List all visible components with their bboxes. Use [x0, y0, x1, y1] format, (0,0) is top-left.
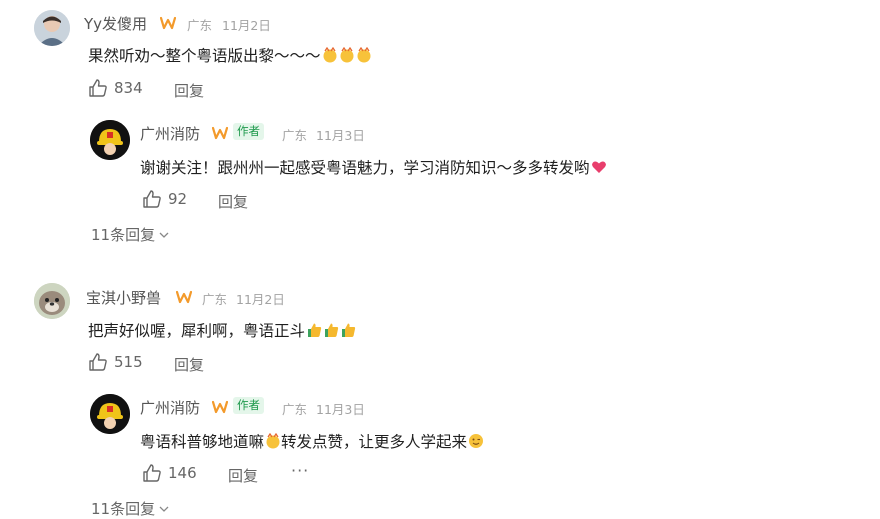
thumbs-up-emoji-icon — [325, 323, 339, 337]
username[interactable]: 广州消防 — [140, 397, 200, 418]
avatar[interactable] — [34, 10, 70, 46]
like-count: 92 — [168, 190, 188, 208]
like-count: 146 — [168, 464, 197, 482]
like-count: 515 — [114, 353, 143, 371]
comment-location: 广东 — [282, 128, 308, 143]
author-tag: 作者 — [233, 397, 264, 414]
comment-location: 广东 — [202, 292, 228, 307]
comment-location: 广东 — [282, 402, 308, 417]
reply-text: 谢谢关注！跟州州一起感受粤语魅力，学习消防知识～多多转发哟 — [140, 156, 607, 178]
comment-text-content: 果然听劝～整个粤语版出黎～～～ — [88, 47, 321, 65]
comment-text: 把声好似喔，犀利啊，粤语正斗 — [88, 319, 356, 341]
like-count: 834 — [114, 79, 143, 97]
reply-text-content: 谢谢关注！跟州州一起感受粤语魅力，学习消防知识～多多转发哟 — [140, 159, 590, 177]
reply-text: 粤语科普够地道嘛 转发点赞，让更多人学起来 — [140, 430, 484, 452]
like-button[interactable]: 146 — [142, 463, 197, 483]
w-badge-icon — [211, 125, 229, 144]
like-button[interactable]: 834 — [88, 78, 143, 98]
thumbs-up-icon — [143, 464, 161, 482]
clap-emoji-icon — [323, 47, 337, 63]
author-avatar[interactable] — [90, 120, 130, 160]
expand-replies-label: 11条回复 — [91, 500, 156, 518]
comment-date: 11月2日 — [236, 292, 285, 307]
thumbs-up-icon — [143, 190, 161, 208]
chevron-down-icon — [159, 506, 169, 512]
comment-date: 11月3日 — [316, 128, 365, 143]
reply-text-part1: 粤语科普够地道嘛 — [140, 433, 265, 451]
thumbs-up-icon — [89, 353, 107, 371]
author-avatar[interactable] — [90, 394, 130, 434]
expand-replies[interactable]: 11条回复 — [91, 224, 170, 245]
w-badge-icon — [211, 399, 229, 418]
reply-button[interactable]: 回复 — [174, 80, 204, 101]
like-button[interactable]: 92 — [142, 189, 187, 209]
comment-date: 11月2日 — [222, 18, 271, 33]
chevron-down-icon — [159, 232, 169, 238]
emoji-row — [305, 322, 356, 340]
username[interactable]: 宝淇小野兽 — [86, 287, 161, 308]
comment-text: 果然听劝～整个粤语版出黎～～～ — [88, 44, 372, 66]
emoji-row — [321, 47, 372, 65]
comment-text-content: 把声好似喔，犀利啊，粤语正斗 — [88, 322, 306, 340]
author-tag: 作者 — [233, 123, 264, 140]
reply-button[interactable]: 回复 — [174, 354, 204, 375]
expand-replies-label: 11条回复 — [91, 226, 156, 244]
username[interactable]: Yy发傻用 — [84, 13, 147, 34]
w-badge-icon — [175, 289, 193, 308]
more-dots-icon[interactable]: ··· — [291, 461, 309, 480]
thumbs-up-emoji-icon — [308, 323, 322, 337]
comment-date: 11月3日 — [316, 402, 365, 417]
thumbs-up-icon — [89, 79, 107, 97]
reply-button[interactable]: 回复 — [228, 465, 258, 486]
heart-emoji-icon — [591, 161, 606, 173]
wink-emoji-icon — [469, 434, 484, 448]
reply-button[interactable]: 回复 — [218, 191, 248, 212]
expand-replies[interactable]: 11条回复 — [91, 498, 170, 519]
clap-emoji-icon — [340, 47, 354, 63]
clap-emoji-icon — [266, 433, 280, 449]
thumbs-up-emoji-icon — [342, 323, 356, 337]
comment-location: 广东 — [187, 18, 213, 33]
clap-emoji-icon — [357, 47, 371, 63]
avatar[interactable] — [34, 283, 70, 319]
reply-text-part2: 转发点赞，让更多人学起来 — [281, 433, 468, 451]
w-badge-icon — [159, 15, 177, 34]
username[interactable]: 广州消防 — [140, 123, 200, 144]
like-button[interactable]: 515 — [88, 352, 143, 372]
